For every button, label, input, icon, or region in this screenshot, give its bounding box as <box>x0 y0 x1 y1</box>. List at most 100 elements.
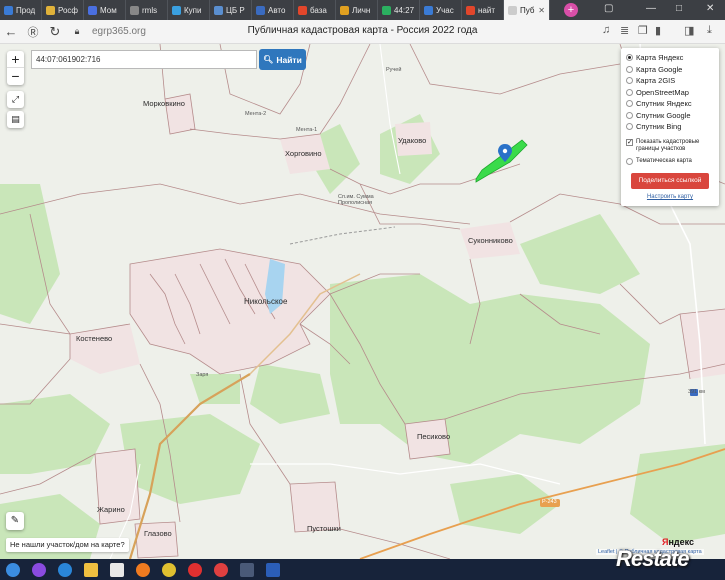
tab-favicon-icon <box>130 5 139 15</box>
close-window-icon[interactable]: ✕ <box>706 3 714 14</box>
zoom-in-button[interactable]: + <box>7 51 24 68</box>
place-label: Сп.им. Сумма Прополисная <box>338 194 374 206</box>
lock-icon: 🔒︎ <box>74 26 80 36</box>
show-borders-checkbox[interactable]: ✓ Показать кадастровые границы участков <box>626 138 714 153</box>
browser-tab[interactable]: Пуб ✕ <box>504 0 550 20</box>
reader-icon[interactable]: ≣ <box>620 24 629 37</box>
show-borders-label: Показать кадастровые границы участков <box>636 138 700 152</box>
new-tab-button[interactable]: + <box>564 3 578 17</box>
collections-icon[interactable]: ◨ <box>684 24 694 37</box>
layer-option[interactable]: Спутник Google <box>626 110 714 122</box>
browser-tab[interactable]: Прод <box>0 0 42 20</box>
layer-label: Карта Google <box>636 64 683 74</box>
browser-tab[interactable]: rmls <box>126 0 168 20</box>
checkbox-checked-icon[interactable]: ✓ <box>626 138 633 146</box>
tab-label: 44:27 <box>394 5 415 15</box>
windows-start-button[interactable] <box>0 559 26 580</box>
radio-icon[interactable] <box>626 54 633 62</box>
calendar-button[interactable] <box>104 559 130 580</box>
layer-option[interactable]: Спутник Яндекс <box>626 98 714 110</box>
place-label: 391 км <box>688 389 705 395</box>
layer-label: Спутник Google <box>636 110 691 120</box>
tab-label: Купи <box>184 5 202 15</box>
radio-icon[interactable] <box>626 123 633 131</box>
collections-icon[interactable]: ▢ <box>604 3 613 14</box>
setup-map-link[interactable]: Настроить карту <box>626 194 714 200</box>
layer-option[interactable]: Карта Яндекс <box>626 52 714 64</box>
layer-option[interactable]: Карта 2GIS <box>626 75 714 87</box>
radio-icon[interactable] <box>626 77 633 85</box>
browser-tab[interactable]: Росф <box>42 0 84 20</box>
chrome-button[interactable] <box>156 559 182 580</box>
edit-pencil-icon[interactable]: ✎ <box>6 512 24 530</box>
tab-label: база <box>310 5 327 15</box>
file-explorer-button[interactable] <box>78 559 104 580</box>
zoom-out-button[interactable]: − <box>7 68 24 85</box>
place-label: Мента-1 <box>296 127 318 133</box>
url-text[interactable]: egrp365.org <box>92 26 146 37</box>
map-canvas[interactable] <box>0 44 725 559</box>
tab-label: rmls <box>142 5 158 15</box>
tab-favicon-icon <box>424 5 433 15</box>
tabs-icon[interactable]: ❐ <box>638 24 648 37</box>
word-button[interactable] <box>260 559 286 580</box>
radio-icon[interactable] <box>626 157 633 165</box>
alice-button[interactable] <box>26 559 52 580</box>
browser-tab[interactable]: ЦБ Р <box>210 0 252 20</box>
place-label: Заря <box>196 372 209 378</box>
firefox-button[interactable] <box>130 559 156 580</box>
bookmark-icon[interactable]: ▮ <box>655 24 661 37</box>
download-icon[interactable]: ⤓ <box>707 24 712 37</box>
find-button[interactable]: 🔍︎ Найти <box>259 49 306 70</box>
tab-label: ЦБ Р <box>226 5 245 15</box>
not-found-link[interactable]: Не нашли участок/дом на карте? <box>6 538 129 552</box>
yandex-button[interactable] <box>208 559 234 580</box>
tab-label: Прод <box>16 5 36 15</box>
radio-icon[interactable] <box>626 65 633 73</box>
search-icon: 🔍︎ <box>263 55 274 64</box>
radio-icon[interactable] <box>626 111 633 119</box>
print-icon[interactable]: ▤ <box>7 111 24 128</box>
layer-option[interactable]: Карта Google <box>626 64 714 76</box>
tab-label: Пуб <box>520 5 535 15</box>
cadastral-map[interactable]: Морковкино Хорговино Удаково Суконниково… <box>0 44 725 559</box>
layer-option[interactable]: OpenStreetMap <box>626 87 714 99</box>
yandex-browser-button[interactable] <box>182 559 208 580</box>
layer-option[interactable]: Спутник Bing <box>626 121 714 133</box>
browser-tab[interactable]: Мом <box>84 0 126 20</box>
browser-tab[interactable]: Учас <box>420 0 462 20</box>
find-button-label: Найти <box>276 54 302 65</box>
browser-tab[interactable]: Купи <box>168 0 210 20</box>
internet-explorer-button[interactable] <box>52 559 78 580</box>
browser-tab[interactable]: Авто <box>252 0 294 20</box>
place-label: Песиково <box>417 432 451 441</box>
reload-icon[interactable]: ↻ <box>44 24 66 40</box>
fullscreen-icon[interactable]: ⤢ <box>7 91 24 108</box>
thematic-map-option[interactable]: Тематическая карта <box>626 156 714 168</box>
browser-tab[interactable]: база <box>294 0 336 20</box>
file-explorer-icon <box>84 562 98 577</box>
yandex-protect-icon[interactable]: Ⓡ <box>22 24 44 40</box>
tab-favicon-icon <box>88 5 97 15</box>
back-icon[interactable]: ← <box>0 24 22 39</box>
browser-tab[interactable]: Личн <box>336 0 378 20</box>
browser-tab[interactable]: 44:27 <box>378 0 420 20</box>
app-window-button[interactable] <box>234 559 260 580</box>
yandex-browser-icon <box>188 562 202 577</box>
radio-icon[interactable] <box>626 88 633 96</box>
browser-tab-strip: Прод Росф Мом rmls Купи ЦБ Р Авто база Личн 44:27… <box>0 0 725 20</box>
headphones-icon[interactable]: ♫ <box>602 24 610 36</box>
maximize-icon[interactable]: □ <box>676 3 682 14</box>
page-title: Публичная кадастровая карта - Россия 202… <box>247 25 478 36</box>
minimize-icon[interactable]: — <box>646 3 656 14</box>
layer-label: Карта 2GIS <box>636 76 676 86</box>
share-link-button[interactable]: Поделиться ссылкой <box>631 173 709 189</box>
place-label: Удаково <box>398 136 427 145</box>
cadastral-search-input[interactable] <box>31 50 257 69</box>
word-icon <box>266 562 280 577</box>
radio-icon[interactable] <box>626 100 633 108</box>
close-tab-icon[interactable]: ✕ <box>538 6 545 15</box>
place-label: Никольское <box>244 297 288 306</box>
browser-tab[interactable]: найт <box>462 0 504 20</box>
place-label: Морковкино <box>143 99 185 108</box>
